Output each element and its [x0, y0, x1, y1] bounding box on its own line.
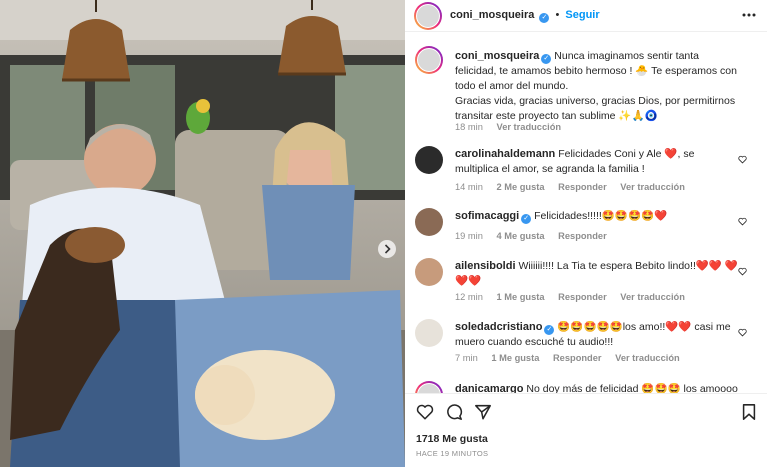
- avatar[interactable]: [415, 381, 443, 393]
- post-timestamp: HACE 19 MINUTOS: [416, 449, 489, 458]
- comment-time: 12 min: [455, 292, 483, 302]
- caption-text-2: Gracias vida, gracias universo, gracias …: [455, 95, 736, 122]
- caption: coni_mosqueira ✓ Nunca imaginamos sentir …: [415, 43, 755, 139]
- avatar[interactable]: [415, 319, 443, 347]
- share-icon[interactable]: [474, 403, 492, 421]
- caption-username[interactable]: coni_mosqueira: [455, 50, 539, 62]
- heart-icon[interactable]: [416, 403, 434, 421]
- author-username[interactable]: coni_mosqueira: [450, 9, 534, 21]
- reply-button[interactable]: Responder: [558, 292, 607, 302]
- comment: sofimacaggi ✓ Felicidades!!!!!🤩🤩🤩🤩❤️ 19 m…: [415, 205, 755, 249]
- author-name-row: coni_mosqueira ✓ • Seguir: [450, 9, 600, 23]
- comment-likes[interactable]: 4 Me gusta: [497, 231, 545, 241]
- post-header: coni_mosqueira ✓ • Seguir: [405, 0, 767, 32]
- comment-username[interactable]: carolinahaldemann: [455, 148, 555, 160]
- post-panel: coni_mosqueira ✓ • Seguir coni_mosqueira…: [405, 0, 767, 467]
- bookmark-icon[interactable]: [741, 403, 757, 421]
- comment: soledadcristiano ✓ 🤩🤩🤩🤩🤩los amo!!❤️❤️ cas…: [415, 316, 755, 376]
- comment-time: 19 min: [455, 231, 483, 241]
- like-comment-icon[interactable]: [738, 217, 747, 226]
- like-comment-icon[interactable]: [738, 328, 747, 337]
- comment: ailensiboldi Wiiiiii!!!! La Tia te esper…: [415, 255, 755, 315]
- reply-button[interactable]: Responder: [553, 353, 602, 363]
- author-avatar[interactable]: [414, 2, 442, 30]
- comment-icon[interactable]: [445, 403, 463, 421]
- comments-list[interactable]: coni_mosqueira ✓ Nunca imaginamos sentir …: [405, 33, 767, 393]
- author-avatar[interactable]: [415, 46, 443, 74]
- comment-likes[interactable]: 1 Me gusta: [497, 292, 545, 302]
- comment-likes[interactable]: 2 Me gusta: [497, 182, 545, 192]
- avatar[interactable]: [415, 146, 443, 174]
- caption-time: 18 min: [455, 122, 483, 132]
- avatar[interactable]: [415, 258, 443, 286]
- comment-username[interactable]: danicamargo: [455, 383, 523, 393]
- comment-time: 7 min: [455, 353, 478, 363]
- reply-button[interactable]: Responder: [558, 231, 607, 241]
- like-comment-icon[interactable]: [738, 267, 747, 276]
- comment-username[interactable]: ailensiboldi: [455, 260, 516, 272]
- like-comment-icon[interactable]: [738, 155, 747, 164]
- reply-button[interactable]: Responder: [558, 182, 607, 192]
- comment: carolinahaldemann Felicidades Coni y Ale…: [415, 143, 755, 203]
- verified-icon: ✓: [539, 13, 550, 23]
- see-translation-link[interactable]: Ver traducción: [615, 353, 680, 363]
- see-translation-link[interactable]: Ver traducción: [620, 292, 685, 302]
- comment-likes[interactable]: 1 Me gusta: [491, 353, 539, 363]
- follow-button[interactable]: Seguir: [565, 9, 599, 21]
- comment: danicamargo No doy más de felicidad 🤩🤩🤩 …: [415, 378, 755, 393]
- avatar[interactable]: [415, 208, 443, 236]
- photo-illustration: [0, 0, 405, 467]
- verified-icon: ✓: [521, 214, 532, 224]
- next-arrow-icon: [384, 244, 391, 254]
- likes-count[interactable]: 1718 Me gusta: [416, 433, 488, 445]
- post-photo[interactable]: [0, 0, 405, 467]
- comment-username[interactable]: soledadcristiano: [455, 321, 542, 333]
- comment-time: 14 min: [455, 182, 483, 192]
- comment-text: No doy más de felicidad 🤩🤩🤩 los amoooo: [526, 383, 738, 393]
- action-bar: 1718 Me gusta HACE 19 MINUTOS: [405, 393, 767, 467]
- see-translation-link[interactable]: Ver traducción: [620, 182, 685, 192]
- more-horizontal-icon: [742, 13, 756, 17]
- more-options-button[interactable]: [741, 7, 757, 23]
- next-arrow-button[interactable]: [378, 240, 396, 258]
- see-translation-link[interactable]: Ver traducción: [497, 122, 562, 132]
- verified-icon: ✓: [541, 54, 552, 64]
- comment-username[interactable]: sofimacaggi: [455, 210, 519, 222]
- comment-text: Felicidades!!!!!🤩🤩🤩🤩❤️: [534, 210, 668, 222]
- verified-icon: ✓: [544, 325, 555, 335]
